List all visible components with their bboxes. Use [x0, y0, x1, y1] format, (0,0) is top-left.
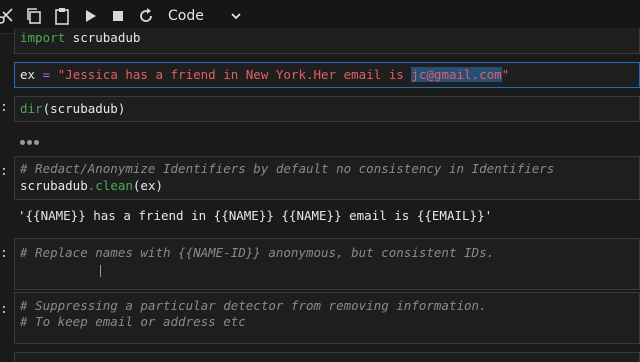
- code-cell-dir[interactable]: dir(scrubadub): [14, 96, 640, 122]
- text-cursor: [100, 265, 101, 277]
- code-cell-replace[interactable]: # Replace names with {{NAME-ID}} anonymo…: [14, 238, 640, 290]
- variable-ex: ex: [20, 67, 36, 82]
- call-args: (ex): [132, 178, 164, 193]
- cell-code-line2[interactable]: # To keep email or address etc: [20, 314, 246, 330]
- notebook-area: import scrubadub ex = "Jessica has a fri…: [0, 28, 640, 362]
- run-icon[interactable]: [80, 6, 100, 26]
- string-close-quote: ": [501, 67, 510, 82]
- cell-prompt: :: [0, 164, 8, 179]
- module-name: scrubadub: [65, 30, 141, 45]
- comment-line: # To keep email or address etc: [20, 314, 246, 329]
- cell-type-label: Code: [168, 8, 204, 24]
- cell-code[interactable]: ex = "Jessica has a friend in New York.H…: [20, 67, 509, 83]
- code-cell-clean[interactable]: # Redact/Anonymize Identifiers by defaul…: [14, 156, 640, 200]
- copy-icon[interactable]: [24, 6, 44, 26]
- collapsed-output-ellipsis[interactable]: [20, 130, 44, 145]
- code-cell-ex[interactable]: ex = "Jessica has a friend in New York.H…: [14, 62, 640, 88]
- paste-icon[interactable]: [52, 6, 72, 26]
- cell-output: '{{NAME}} has a friend in {{NAME}} {{NAM…: [18, 208, 493, 223]
- function-clean: clean: [95, 178, 133, 193]
- keyword-import: import: [20, 30, 66, 45]
- cut-icon[interactable]: [0, 6, 16, 26]
- cell-type-select[interactable]: Code: [160, 4, 248, 28]
- highlighted-selection: jc@gmail.com: [411, 67, 502, 82]
- cell-code[interactable]: # Replace names with {{NAME-ID}} anonymo…: [20, 245, 494, 261]
- cell-code[interactable]: # Redact/Anonymize Identifiers by defaul…: [20, 161, 554, 177]
- cell-code[interactable]: dir(scrubadub): [20, 101, 125, 117]
- call-args: (scrubadub): [42, 101, 126, 116]
- code-cell-import[interactable]: import scrubadub: [14, 28, 640, 54]
- comment-line: # Suppressing a particular detector from…: [20, 298, 487, 313]
- string-literal: "Jessica has a friend in New York.Her em…: [57, 67, 412, 82]
- stop-icon[interactable]: [108, 6, 128, 26]
- chevron-down-icon: [231, 13, 241, 20]
- cell-prompt: :: [0, 302, 8, 317]
- module-ref: scrubadub: [20, 178, 88, 193]
- cell-code[interactable]: # Suppressing a particular detector from…: [20, 298, 487, 314]
- assign-operator: =: [35, 67, 58, 82]
- builtin-dir: dir: [20, 101, 43, 116]
- code-cell-next[interactable]: [14, 352, 640, 362]
- cell-prompt: :: [0, 100, 8, 115]
- cell-code-line2[interactable]: scrubadub.clean(ex): [20, 178, 163, 194]
- comment-line: # Redact/Anonymize Identifiers by defaul…: [20, 161, 555, 176]
- comment-line: # Replace names with {{NAME-ID}} anonymo…: [20, 245, 495, 260]
- cell-code[interactable]: import scrubadub: [20, 30, 140, 46]
- cell-prompt: :: [0, 246, 8, 261]
- code-cell-suppress[interactable]: # Suppressing a particular detector from…: [14, 292, 640, 344]
- restart-icon[interactable]: [136, 6, 156, 26]
